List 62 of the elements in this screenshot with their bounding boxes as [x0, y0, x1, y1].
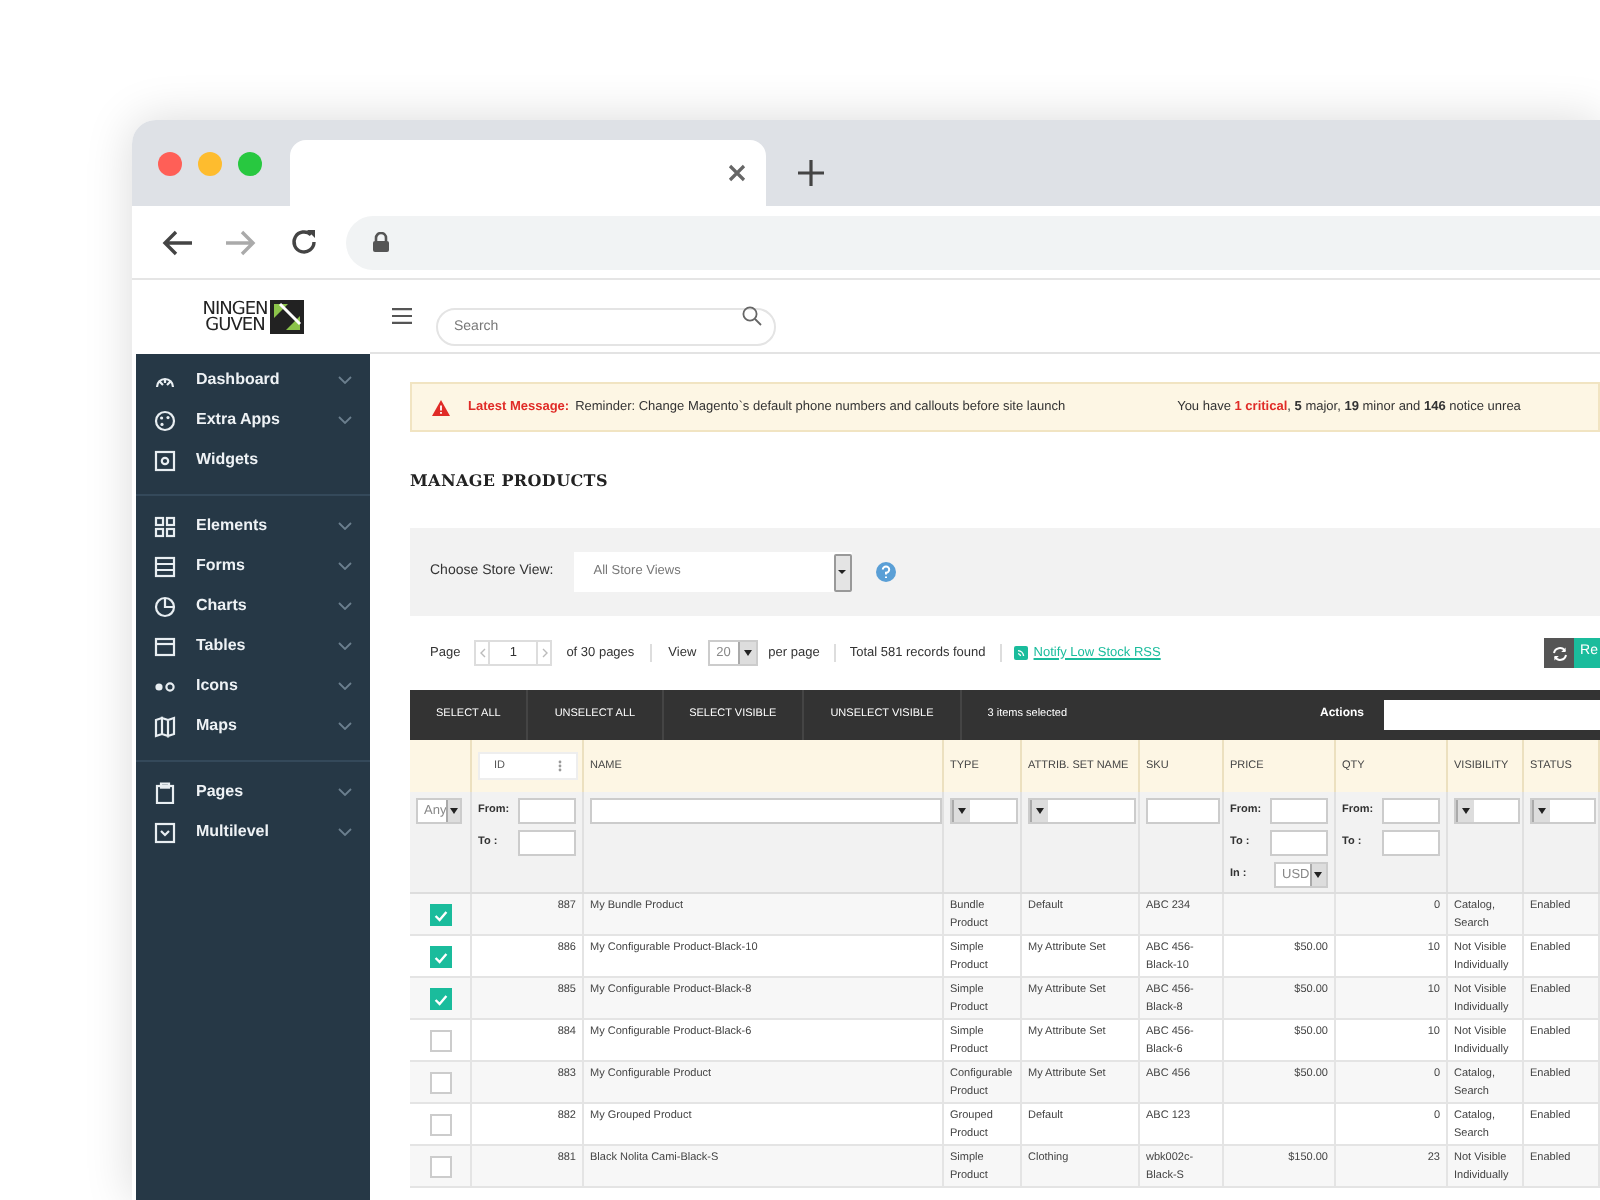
refresh-icon [1551, 645, 1568, 661]
address-bar[interactable] [346, 215, 1600, 269]
filter-input[interactable] [590, 798, 942, 824]
sidebar-item[interactable]: Icons [136, 666, 370, 706]
sidebar-item[interactable]: Maps [136, 706, 370, 746]
sidebar-item[interactable]: Widgets [136, 440, 370, 480]
close-window-icon[interactable] [158, 151, 182, 175]
table-icon [154, 635, 176, 657]
pie-chart-icon [154, 595, 176, 617]
maximize-window-icon[interactable] [238, 151, 262, 175]
dropdown-field[interactable] [1530, 798, 1596, 824]
clipboard-icon [154, 781, 176, 803]
warning-icon [432, 399, 450, 415]
list-icon [154, 555, 176, 577]
filter-input[interactable] [518, 798, 576, 824]
chevron-left-icon[interactable] [479, 648, 486, 658]
map-icon [154, 715, 176, 737]
row-checkbox[interactable] [429, 1072, 451, 1094]
filter-input[interactable] [1382, 798, 1440, 824]
back-arrow-icon[interactable] [162, 229, 192, 255]
row-checkbox[interactable] [429, 1030, 451, 1052]
logo-text: GUVEN [205, 317, 265, 333]
minimize-window-icon[interactable] [198, 151, 222, 175]
row-checkbox[interactable] [429, 1114, 451, 1136]
sidebar-item[interactable]: Multilevel [136, 812, 370, 852]
row-checkbox[interactable] [429, 988, 451, 1010]
forward-arrow-icon[interactable] [226, 229, 256, 255]
sidebar-item[interactable]: Extra Apps [136, 400, 370, 440]
sidebar-item[interactable]: Tables [136, 626, 370, 666]
chevron-right-icon[interactable] [541, 648, 548, 658]
menu-icon[interactable] [392, 308, 412, 324]
filter-input[interactable] [1270, 830, 1328, 856]
sidebar-item[interactable]: Dashboard [136, 360, 370, 400]
sidebar-item[interactable]: Pages [136, 772, 370, 812]
filter-input[interactable] [1270, 798, 1328, 824]
chevron-box-icon [154, 821, 176, 843]
page-title: MANAGE PRODUCTS [410, 468, 610, 492]
logo-text: NINGEN [202, 301, 268, 317]
lock-icon [372, 232, 390, 252]
reload-icon[interactable] [290, 228, 318, 256]
rss-icon [1013, 646, 1028, 660]
sidebar-item[interactable]: Elements [136, 506, 370, 546]
logo-icon [269, 300, 304, 334]
dropdown-field[interactable] [1028, 798, 1136, 824]
plus-icon[interactable] [798, 160, 824, 186]
dropdown-field[interactable] [1454, 798, 1520, 824]
sidebar-item[interactable]: Forms [136, 546, 370, 586]
filter-input[interactable] [1382, 830, 1440, 856]
palette-icon [154, 409, 176, 431]
filter-input[interactable] [1146, 798, 1220, 824]
actions-dropdown[interactable] [1384, 700, 1600, 730]
row-checkbox[interactable] [429, 1156, 451, 1178]
search-icon[interactable] [742, 306, 762, 326]
row-checkbox[interactable] [429, 946, 451, 968]
dropdown-field[interactable] [950, 798, 1018, 824]
close-icon[interactable] [728, 164, 746, 182]
grid-icon [154, 515, 176, 537]
sidebar-item[interactable]: Charts [136, 586, 370, 626]
help-icon[interactable] [875, 562, 896, 582]
filter-input[interactable] [518, 830, 576, 856]
widget-icon [154, 449, 176, 471]
row-checkbox[interactable] [429, 904, 451, 926]
